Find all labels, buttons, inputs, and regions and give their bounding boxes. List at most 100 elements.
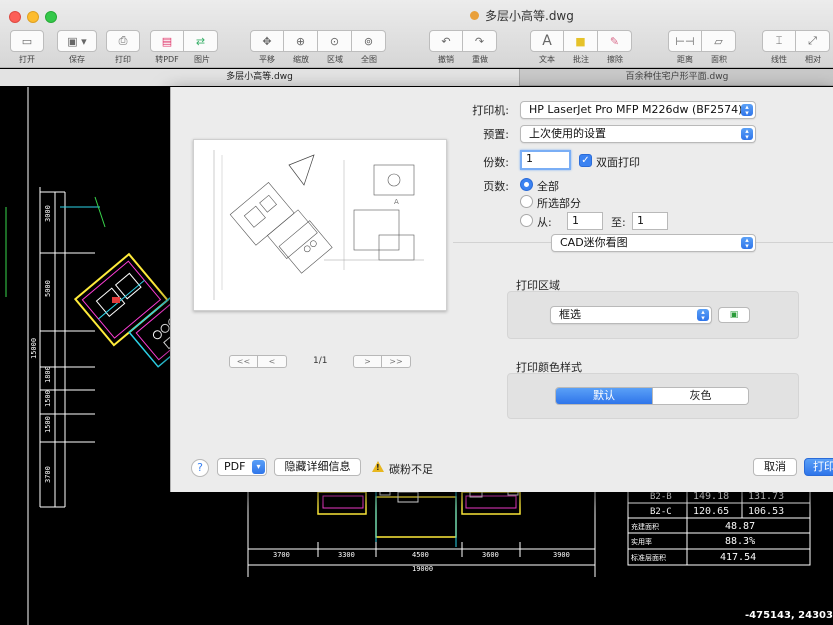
color-default-segment[interactable]: 默认 — [556, 388, 652, 404]
pdf-menu-button[interactable]: PDF ▾ — [217, 458, 267, 476]
text-button[interactable]: A — [530, 30, 564, 52]
dialog-bottom-bar: ? PDF ▾ 隐藏详细信息 碳粉不足 取消 打印 — [171, 447, 833, 492]
table-cell: 48.87 — [725, 521, 755, 532]
cancel-button[interactable]: 取消 — [753, 458, 797, 476]
preset-select[interactable]: 上次使用的设置 ▴ ▾ — [520, 125, 756, 143]
linear-icon: ⌶ — [775, 34, 783, 47]
help-button[interactable]: ? — [191, 459, 209, 477]
zoom-window-button[interactable] — [45, 11, 57, 23]
open-button[interactable]: ▭ — [10, 30, 44, 52]
warning-icon — [372, 461, 384, 472]
image-button[interactable]: ⇄ — [184, 30, 218, 52]
annotation-button[interactable]: ■ — [564, 30, 598, 52]
hide-details-button[interactable]: 隐藏详细信息 — [274, 458, 361, 476]
zoom-extents-button[interactable]: ⊚ — [352, 30, 386, 52]
pages-to-field[interactable]: 1 — [632, 212, 668, 230]
dimension-label: 1500 — [44, 416, 52, 433]
toolbar-label: 全图 — [361, 55, 377, 64]
dimension-label: 3900 — [553, 551, 570, 559]
red-marker — [112, 297, 120, 303]
toolbar-label: 打开 — [19, 55, 35, 64]
next-page-button[interactable]: > — [353, 355, 382, 368]
dimension-label: 3000 — [44, 205, 52, 222]
dimension-label: 3300 — [338, 551, 355, 559]
pages-all-radio[interactable] — [520, 178, 533, 191]
duplex-checkbox[interactable]: ✓ — [579, 154, 592, 167]
distance-button[interactable]: ⊢⊣ — [668, 30, 702, 52]
area-button[interactable]: ▱ — [702, 30, 736, 52]
popup-arrows-icon: ▴ ▾ — [741, 104, 753, 117]
save-button[interactable]: ▣ ▾ — [57, 30, 97, 52]
color-style-segmented: 默认 灰色 — [555, 387, 749, 405]
dimension-label: 3700 — [44, 466, 52, 483]
area-icon: ▱ — [714, 34, 723, 48]
table-cell: B2-C — [650, 507, 672, 517]
pages-range-radio[interactable] — [520, 214, 533, 227]
linear-button[interactable]: ⌶ — [762, 30, 796, 52]
print-area-group: 框选 ▴ ▾ ▣ — [507, 291, 799, 339]
pick-area-button[interactable]: ▣ — [718, 307, 750, 323]
chevron-down-icon: ▾ — [252, 460, 265, 474]
pages-from-field[interactable]: 1 — [567, 212, 603, 230]
zoom-icon: ⊕ — [295, 34, 306, 48]
first-page-button[interactable]: << — [229, 355, 258, 368]
toolbar-group-measure: ⊢⊣ ▱ — [668, 30, 736, 52]
close-window-button[interactable] — [9, 11, 21, 23]
app-window: 多层小高等.dwg ▭ ▣ ▾ ⎙ ▤ ⇄ ✥ ⊕ ⊙ ⊚ ↶ ↷ A ■ ✎ … — [0, 0, 833, 625]
toolbar-group-save: ▣ ▾ — [57, 30, 97, 52]
copies-field[interactable]: 1 — [520, 150, 571, 170]
pan-button[interactable]: ✥ — [250, 30, 284, 52]
undo-button[interactable]: ↶ — [429, 30, 463, 52]
area-table: B2-B 149.18 131.73 B2-C 120.65 106.53 充建… — [627, 486, 811, 566]
pages-all-label: 全部 — [537, 180, 559, 193]
pages-to-label: 至: — [611, 216, 626, 229]
print-area-select[interactable]: 框选 ▴ ▾ — [550, 306, 712, 324]
dimension-label: 1500 — [44, 390, 52, 407]
section-select[interactable]: CAD迷你看图 ▴ ▾ — [551, 234, 756, 252]
tab-document-inactive[interactable]: 百余种住宅户形平面.dwg — [521, 69, 833, 86]
color-gray-segment[interactable]: 灰色 — [652, 388, 748, 404]
print-button[interactable]: 打印 — [804, 458, 833, 476]
save-icon: ▣ ▾ — [67, 34, 87, 48]
preset-label: 预置: — [483, 128, 509, 141]
prev-page-button[interactable]: < — [258, 355, 287, 368]
printer-select[interactable]: HP LaserJet Pro MFP M226dw (BF2574) ▴ ▾ — [520, 101, 756, 119]
zoom-button[interactable]: ⊕ — [284, 30, 318, 52]
toolbar-label: 相对 — [805, 55, 821, 64]
eraser-button[interactable]: ✎ — [598, 30, 632, 52]
to-pdf-button[interactable]: ▤ — [150, 30, 184, 52]
redo-button[interactable]: ↷ — [463, 30, 497, 52]
zoom-area-button[interactable]: ⊙ — [318, 30, 352, 52]
relative-button[interactable]: ⤢ — [796, 30, 830, 52]
print-area-value: 框选 — [559, 308, 581, 321]
popup-arrows-icon: ▴ ▾ — [741, 128, 753, 141]
pager-back: << < — [229, 355, 287, 368]
last-page-button[interactable]: >> — [382, 355, 411, 368]
popup-arrows-icon: ▴ ▾ — [741, 237, 753, 250]
toolbar-label: 图片 — [194, 55, 210, 64]
preset-value: 上次使用的设置 — [529, 127, 606, 140]
toolbar-label: 转PDF — [155, 55, 179, 64]
tab-document-active[interactable]: 多层小高等.dwg — [0, 69, 520, 86]
distance-icon: ⊢⊣ — [675, 34, 695, 48]
dimension-label: 4500 — [412, 551, 429, 559]
dimension-label: 5000 — [44, 280, 52, 297]
print-button[interactable]: ⎙ — [106, 30, 140, 52]
toolbar-label: 保存 — [69, 55, 85, 64]
pages-selection-radio[interactable] — [520, 195, 533, 208]
printer-value: HP LaserJet Pro MFP M226dw (BF2574) — [529, 103, 743, 116]
table-cell: 149.18 — [693, 491, 729, 502]
pages-from-label: 从: — [537, 216, 552, 229]
popup-arrows-icon: ▴ ▾ — [697, 309, 709, 322]
pages-selection-label: 所选部分 — [537, 197, 581, 210]
pdf-icon: ▤ — [161, 34, 173, 48]
print-preview: A — [193, 139, 447, 311]
minimize-window-button[interactable] — [27, 11, 39, 23]
toolbar-label: 擦除 — [607, 55, 623, 64]
dimension-label: 1800 — [44, 366, 52, 383]
pages-label: 页数: — [483, 180, 509, 193]
print-dialog: A << < 1/1 > >> 打印机: HP LaserJet Pro MFP… — [170, 87, 833, 492]
text-icon: A — [542, 33, 552, 49]
table-cell: 106.53 — [748, 506, 784, 517]
pager-forward: > >> — [353, 355, 411, 368]
